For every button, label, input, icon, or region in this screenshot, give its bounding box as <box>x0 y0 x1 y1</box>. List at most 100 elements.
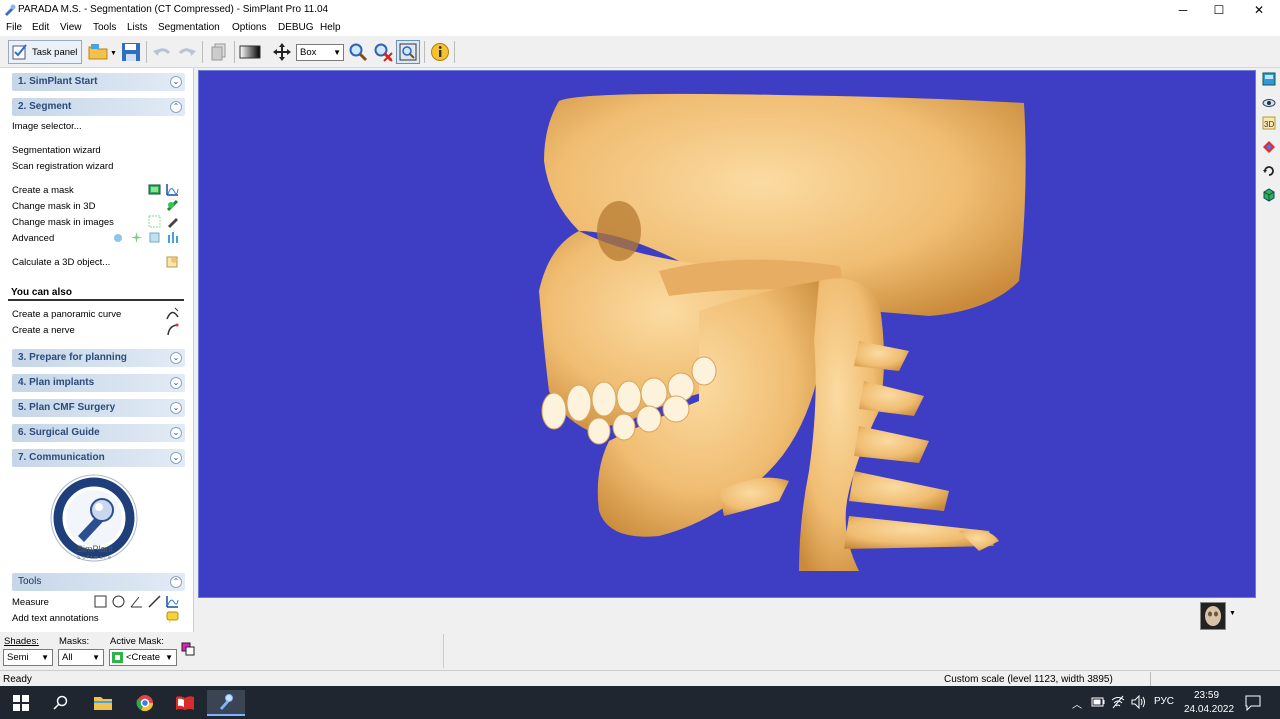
orientation-thumbnail[interactable] <box>1200 602 1226 630</box>
pan-button[interactable] <box>270 40 294 64</box>
minimize-button[interactable]: ─ <box>1164 0 1202 20</box>
file-explorer-button[interactable] <box>84 690 122 716</box>
color-palette-icon[interactable] <box>1262 140 1276 154</box>
open-folder-button[interactable] <box>86 40 110 64</box>
advanced-link[interactable]: Advanced <box>12 233 54 244</box>
image-selector-link[interactable]: Image selector... <box>12 121 82 132</box>
sparkle-icon[interactable] <box>130 231 143 244</box>
section-communication[interactable]: 7. Communication ⌄ <box>12 449 185 467</box>
pdf-reader-button[interactable] <box>166 690 204 716</box>
menu-debug[interactable]: DEBUG <box>278 22 314 33</box>
speaker-icon[interactable] <box>1131 695 1147 709</box>
thumbnail-dropdown-arrow[interactable]: ▼ <box>1229 610 1236 617</box>
chevron-down-icon[interactable]: ⌄ <box>170 76 182 88</box>
change-mask-3d-link[interactable]: Change mask in 3D <box>12 201 95 212</box>
chrome-button[interactable] <box>126 690 164 716</box>
maximize-button[interactable]: ☐ <box>1200 0 1238 20</box>
copy-button[interactable] <box>207 40 231 64</box>
menu-tools[interactable]: Tools <box>93 22 116 33</box>
menu-lists[interactable]: Lists <box>127 22 148 33</box>
histogram-icon[interactable] <box>166 183 179 196</box>
zoom-fit-button[interactable] <box>396 40 420 64</box>
battery-icon[interactable] <box>1091 696 1105 708</box>
start-button[interactable] <box>2 690 40 716</box>
chevron-down-icon[interactable]: ⌄ <box>170 377 182 389</box>
chevron-up-icon[interactable]: ⌃ <box>170 576 182 588</box>
section-surgical-guide[interactable]: 6. Surgical Guide ⌄ <box>12 424 185 442</box>
create-panoramic-curve-link[interactable]: Create a panoramic curve <box>12 309 121 320</box>
close-button[interactable]: ✕ <box>1240 0 1278 20</box>
distance-measure-icon[interactable] <box>148 595 161 608</box>
profile-measure-icon[interactable] <box>166 595 179 608</box>
masks-select[interactable]: All ▼ <box>58 649 104 666</box>
notifications-icon[interactable] <box>1245 695 1261 711</box>
tray-chevron-up-icon[interactable]: ︿ <box>1072 696 1082 711</box>
shades-select[interactable]: Semi ▼ <box>3 649 53 666</box>
undo-button[interactable] <box>150 40 174 64</box>
segmentation-wizard-link[interactable]: Segmentation wizard <box>12 145 101 156</box>
mask-properties-icon[interactable] <box>181 642 195 656</box>
mask-select-icon[interactable] <box>148 215 161 228</box>
save-button[interactable] <box>119 40 143 64</box>
eye-icon[interactable] <box>1262 96 1276 110</box>
section-simplant-start[interactable]: 1. SimPlant Start ⌄ <box>12 73 185 91</box>
task-panel-button[interactable]: Task panel <box>8 40 82 64</box>
rectangle-measure-icon[interactable] <box>94 595 107 608</box>
menu-options[interactable]: Options <box>232 22 266 33</box>
open-dropdown-arrow[interactable]: ▼ <box>110 50 117 57</box>
panoramic-curve-icon[interactable] <box>166 307 179 320</box>
section-prepare-planning[interactable]: 3. Prepare for planning ⌄ <box>12 349 185 367</box>
window-level-button[interactable] <box>238 40 262 64</box>
region-grow-icon[interactable] <box>148 231 161 244</box>
chevron-down-icon[interactable]: ⌄ <box>170 427 182 439</box>
active-mask-value: <Create <box>126 652 161 663</box>
menu-edit[interactable]: Edit <box>32 22 49 33</box>
chevron-down-icon[interactable]: ⌄ <box>170 352 182 364</box>
search-button[interactable] <box>42 690 80 716</box>
info-button[interactable] <box>428 40 452 64</box>
layout-icon[interactable] <box>1262 72 1276 86</box>
create-nerve-link[interactable]: Create a nerve <box>12 325 75 336</box>
mask-film-icon[interactable] <box>148 183 161 196</box>
language-indicator[interactable]: РУС <box>1154 696 1174 707</box>
section-plan-cmf-surgery[interactable]: 5. Plan CMF Surgery ⌄ <box>12 399 185 417</box>
pencil-icon[interactable] <box>166 215 179 228</box>
angle-measure-icon[interactable] <box>130 595 143 608</box>
menu-view[interactable]: View <box>60 22 82 33</box>
create-mask-link[interactable]: Create a mask <box>12 185 74 196</box>
menu-segmentation[interactable]: Segmentation <box>158 22 220 33</box>
mask-3d-icon[interactable] <box>166 199 179 212</box>
clock-time[interactable]: 23:59 <box>1194 690 1219 701</box>
section-segment[interactable]: 2. Segment ⌃ <box>12 98 185 116</box>
active-mask-select[interactable]: <Create ▼ <box>109 649 177 666</box>
zoom-reset-button[interactable] <box>371 40 395 64</box>
nerve-icon[interactable] <box>166 323 179 336</box>
menu-file[interactable]: File <box>6 22 22 33</box>
simplant-taskbar-button[interactable] <box>207 690 245 716</box>
chevron-down-icon[interactable]: ⌄ <box>170 452 182 464</box>
split-mask-icon[interactable] <box>166 231 179 244</box>
wifi-off-icon[interactable] <box>1111 695 1125 709</box>
calculate-3d-icon[interactable] <box>166 255 179 268</box>
scan-registration-wizard-link[interactable]: Scan registration wizard <box>12 161 113 172</box>
menu-help[interactable]: Help <box>320 22 341 33</box>
3d-viewport[interactable] <box>198 70 1256 598</box>
change-mask-images-link[interactable]: Change mask in images <box>12 217 114 228</box>
chevron-up-icon[interactable]: ⌃ <box>170 101 182 113</box>
section-plan-implants[interactable]: 4. Plan implants ⌄ <box>12 374 185 392</box>
selection-mode-select[interactable]: Box ▼ <box>296 44 344 61</box>
3d-objects-icon[interactable]: 3D <box>1262 116 1276 130</box>
section-tools[interactable]: Tools ⌃ <box>12 573 185 591</box>
chevron-down-icon[interactable]: ⌄ <box>170 402 182 414</box>
rotate-icon[interactable] <box>1262 164 1276 178</box>
zoom-button[interactable] <box>346 40 370 64</box>
menu-bar: File Edit View Tools Lists Segmentation … <box>0 20 1280 36</box>
annotation-icon[interactable] <box>166 611 179 624</box>
cube-icon[interactable] <box>1262 188 1276 202</box>
hand-fill-icon[interactable] <box>112 231 125 244</box>
calculate-3d-object-link[interactable]: Calculate a 3D object... <box>12 257 110 268</box>
search-icon <box>53 695 68 710</box>
redo-button[interactable] <box>175 40 199 64</box>
circle-measure-icon[interactable] <box>112 595 125 608</box>
clock-date[interactable]: 24.04.2022 <box>1184 704 1234 715</box>
